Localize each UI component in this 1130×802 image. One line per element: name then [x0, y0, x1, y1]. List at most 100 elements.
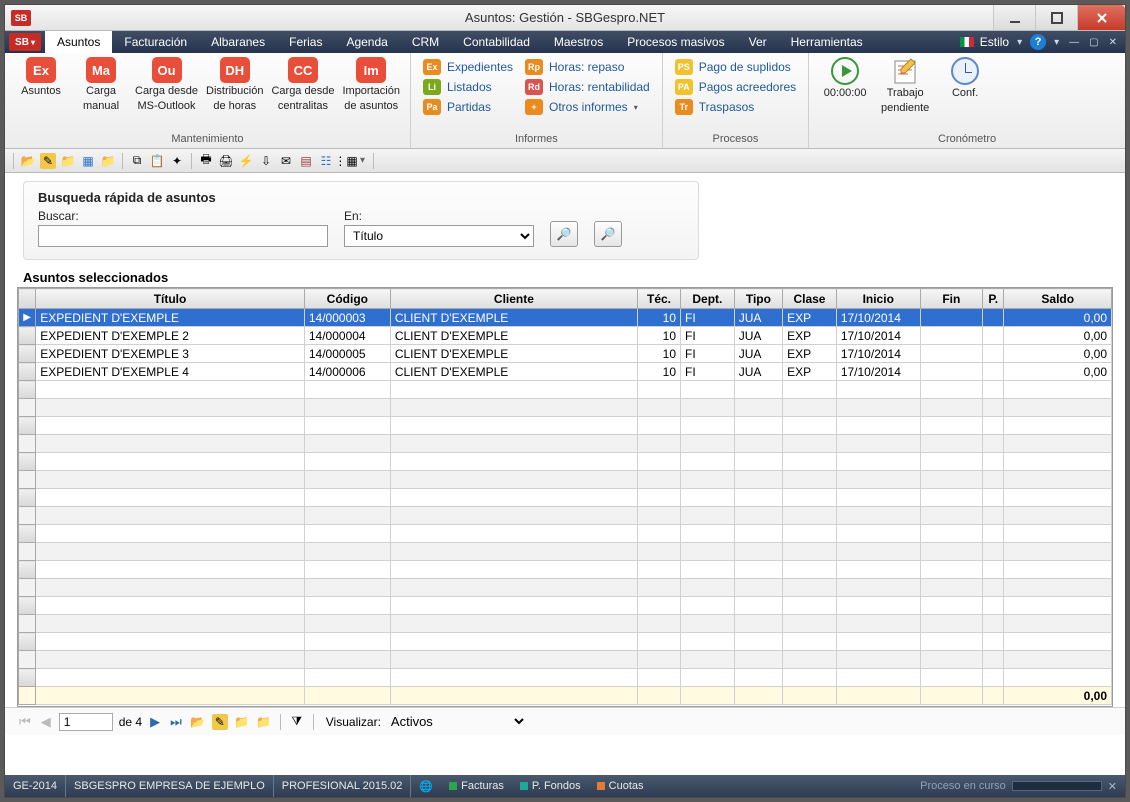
col-dept.[interactable]: Dept.: [681, 289, 735, 309]
menu-tab-asuntos[interactable]: Asuntos: [45, 31, 112, 53]
ribbon-ma-button[interactable]: MaCargamanual: [71, 57, 131, 112]
col-saldo[interactable]: Saldo: [1004, 289, 1112, 309]
folder-open-icon[interactable]: 📂: [20, 153, 36, 169]
edit-icon[interactable]: ✎: [40, 153, 56, 169]
visualizar-select[interactable]: Activos: [387, 713, 527, 730]
table-row-empty: [19, 669, 1112, 687]
pager-last[interactable]: ⏭: [168, 714, 184, 730]
export-icon[interactable]: ⇩: [258, 153, 274, 169]
table-row[interactable]: EXPEDIENT D'EXEMPLE 214/000004CLIENT D'E…: [19, 327, 1112, 345]
form-icon[interactable]: ▦: [80, 153, 96, 169]
en-select[interactable]: Título: [344, 225, 534, 247]
menu-tab-procesos masivos[interactable]: Procesos masivos: [615, 31, 736, 53]
badge-icon: Tr: [675, 99, 693, 115]
ribbon-group-mantenimiento: ExAsuntosMaCargamanualOuCarga desdeMS-Ou…: [5, 53, 411, 148]
app-menu-button[interactable]: SB: [9, 33, 41, 51]
col-p.[interactable]: P.: [982, 289, 1003, 309]
mdi-close-icon[interactable]: ✕: [1107, 37, 1119, 48]
style-menu[interactable]: Estilo: [980, 35, 1009, 49]
config-icon[interactable]: ⋮▦: [338, 153, 354, 169]
close-button[interactable]: [1077, 5, 1125, 30]
ribbon-link-otros-informes[interactable]: +Otros informes ▾: [525, 99, 650, 115]
buscar-input[interactable]: [38, 225, 328, 247]
ribbon-group-informes: ExExpedientes LiListados PaPartidas RpHora…: [411, 53, 663, 148]
search-button[interactable]: 🔎: [550, 221, 578, 247]
table-row[interactable]: ▶EXPEDIENT D'EXEMPLE14/000003CLIENT D'EX…: [19, 309, 1112, 327]
status-ge: GE-2014: [5, 775, 66, 797]
table-row[interactable]: EXPEDIENT D'EXEMPLE 314/000005CLIENT D'E…: [19, 345, 1112, 363]
ribbon-ou-button[interactable]: OuCarga desdeMS-Outlook: [131, 57, 202, 112]
pager-folder2-icon[interactable]: 📁: [256, 714, 272, 730]
col-tipo[interactable]: Tipo: [734, 289, 782, 309]
results-grid[interactable]: TítuloCódigoClienteTéc.Dept.TipoClaseIni…: [17, 287, 1113, 707]
pager-of-label: de 4: [119, 715, 142, 729]
col-código[interactable]: Código: [304, 289, 390, 309]
crono-conf-button[interactable]: Conf.: [935, 57, 995, 100]
table-row[interactable]: EXPEDIENT D'EXEMPLE 414/000006CLIENT D'E…: [19, 363, 1112, 381]
titlebar: SB Asuntos: Gestión - SBGespro.NET: [5, 5, 1125, 31]
ribbon-link-partidas[interactable]: PaPartidas: [423, 99, 513, 115]
menu-tab-facturación[interactable]: Facturación: [112, 31, 199, 53]
badge-icon: Pa: [423, 99, 441, 115]
table-row-empty: [19, 399, 1112, 417]
col-título[interactable]: Título: [36, 289, 305, 309]
paste-icon[interactable]: 📋: [149, 153, 165, 169]
status-version: PROFESIONAL 2015.02: [274, 775, 412, 797]
menu-tab-contabilidad[interactable]: Contabilidad: [451, 31, 542, 53]
print-icon[interactable]: 🖶: [198, 153, 214, 169]
magic-icon[interactable]: ✦: [169, 153, 185, 169]
search-clear-button[interactable]: 🔎: [594, 221, 622, 247]
col-clase[interactable]: Clase: [783, 289, 837, 309]
maximize-button[interactable]: [1035, 5, 1077, 30]
ribbon-link-expedientes[interactable]: ExExpedientes: [423, 59, 513, 75]
pager-first[interactable]: ⏮: [17, 714, 33, 730]
help-button[interactable]: ?: [1030, 34, 1046, 50]
filter-icon[interactable]: ⧩: [289, 714, 305, 730]
menu-tab-herramientas[interactable]: Herramientas: [779, 31, 875, 53]
pager-folder-icon[interactable]: 📁: [234, 714, 250, 730]
folder-user-icon[interactable]: 📁: [60, 153, 76, 169]
sheet-icon[interactable]: ▤: [298, 153, 314, 169]
list-icon[interactable]: ☷: [318, 153, 334, 169]
content-area: Busqueda rápida de asuntos Buscar: En: T…: [5, 173, 1125, 775]
mdi-minimize-icon[interactable]: —: [1067, 37, 1081, 48]
minimize-button[interactable]: [993, 5, 1035, 30]
col-cliente[interactable]: Cliente: [390, 289, 637, 309]
menu-tab-ferias[interactable]: Ferias: [277, 31, 334, 53]
ribbon-link-listados[interactable]: LiListados: [423, 79, 513, 95]
print2-icon[interactable]: 🖨: [218, 153, 234, 169]
ribbon-link-pago-de-suplidos[interactable]: PSPago de suplidos: [675, 59, 796, 75]
folder2-icon[interactable]: 📁: [100, 153, 116, 169]
ribbon-ex-button[interactable]: ExAsuntos: [11, 57, 71, 98]
col-inicio[interactable]: Inicio: [836, 289, 920, 309]
status-cancel-icon[interactable]: ✕: [1108, 780, 1117, 793]
pager-prev[interactable]: ◀: [39, 714, 53, 730]
ribbon-link-traspasos[interactable]: TrTraspasos: [675, 99, 796, 115]
ribbon-link-horas-repaso[interactable]: RpHoras: repaso: [525, 59, 650, 75]
ribbon-dh-button[interactable]: DHDistribuciónde horas: [202, 57, 267, 112]
copy-icon[interactable]: ⧉: [129, 153, 145, 169]
pager-current-input[interactable]: [59, 713, 113, 731]
badge-icon: Ex: [26, 57, 56, 83]
col-fin[interactable]: Fin: [920, 289, 982, 309]
menu-tab-crm[interactable]: CRM: [400, 31, 451, 53]
menu-tab-maestros[interactable]: Maestros: [542, 31, 615, 53]
menu-tab-albaranes[interactable]: Albaranes: [199, 31, 277, 53]
crono-play-button[interactable]: 00:00:00: [815, 57, 875, 100]
ribbon-im-button[interactable]: ImImportaciónde asuntos: [338, 57, 403, 112]
ribbon-link-pagos-acreedores[interactable]: PAPagos acreedores: [675, 79, 796, 95]
col-téc.[interactable]: Téc.: [638, 289, 681, 309]
pager-open-icon[interactable]: 📂: [190, 714, 206, 730]
pager-edit-icon[interactable]: ✎: [212, 714, 228, 730]
menu-tab-agenda[interactable]: Agenda: [334, 31, 399, 53]
pager-next[interactable]: ▶: [148, 714, 162, 730]
mdi-restore-icon[interactable]: ▢: [1087, 37, 1100, 48]
menu-tab-ver[interactable]: Ver: [737, 31, 779, 53]
trabajo-pendiente-button[interactable]: Trabajo pendiente: [875, 57, 935, 114]
ribbon-cc-button[interactable]: CCCarga desdecentralitas: [267, 57, 338, 112]
ribbon-link-horas-rentabilidad[interactable]: RdHoras: rentabilidad: [525, 79, 650, 95]
status-empresa: SBGESPRO EMPRESA DE EJEMPLO: [66, 775, 274, 797]
bolt-icon[interactable]: ⚡: [238, 153, 254, 169]
search-panel-title: Busqueda rápida de asuntos: [38, 190, 684, 205]
mail-icon[interactable]: ✉: [278, 153, 294, 169]
